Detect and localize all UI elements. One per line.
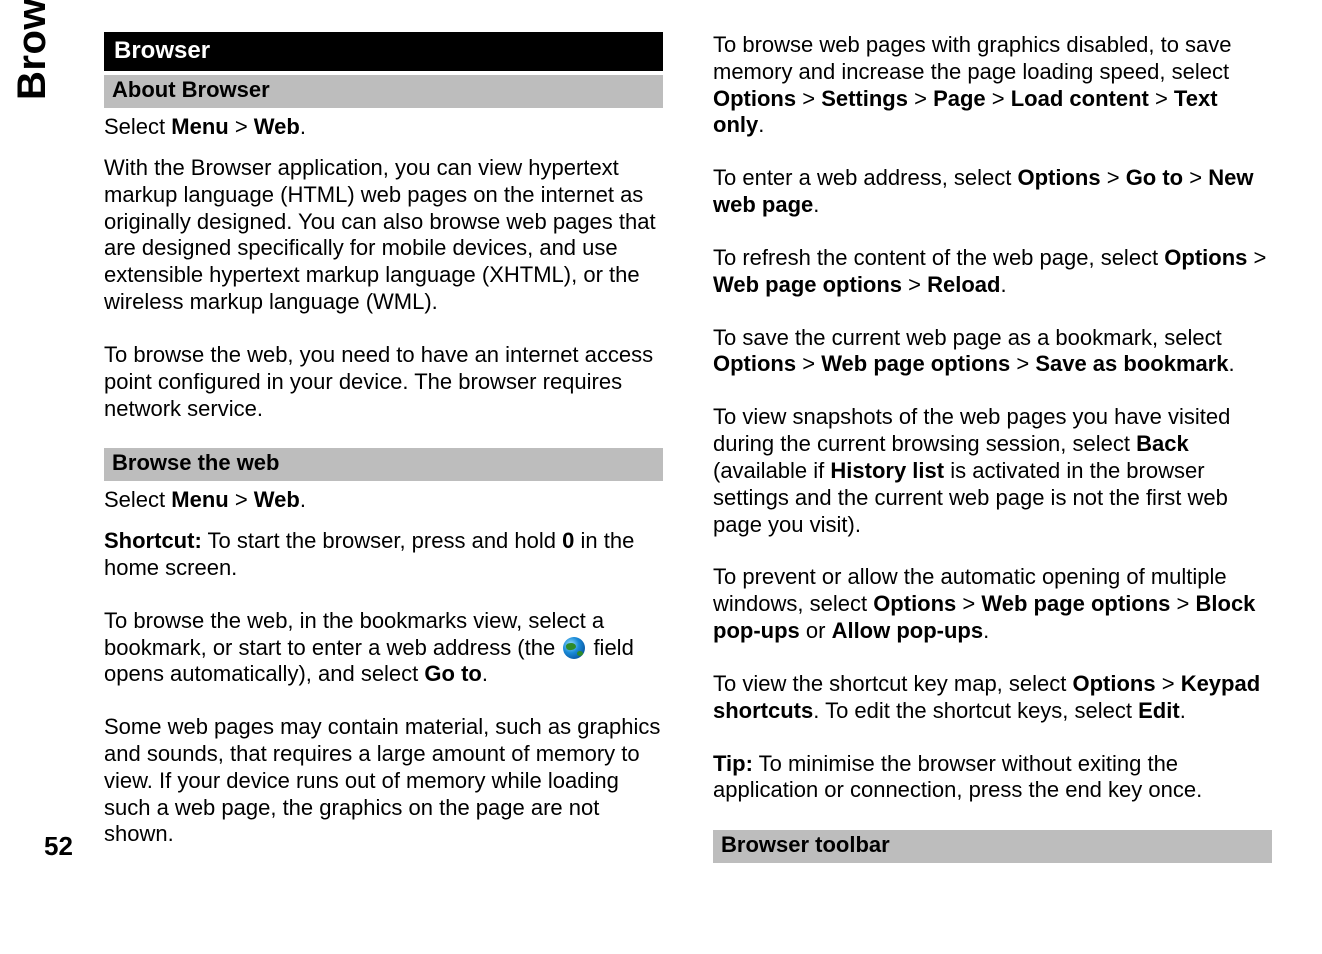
browse-select-line: Select Menu > Web. xyxy=(104,487,663,514)
text: > xyxy=(1101,165,1126,190)
page-label: Page xyxy=(933,86,986,111)
text: > xyxy=(1247,245,1266,270)
key-0: 0 xyxy=(562,528,574,553)
browse-bookmark-paragraph: To browse the web, in the bookmarks view… xyxy=(104,608,663,688)
about-description: With the Browser application, you can vi… xyxy=(104,155,663,316)
text: > xyxy=(1170,591,1195,616)
allowpopups-label: Allow pop-ups xyxy=(832,618,984,643)
options-label: Options xyxy=(713,351,796,376)
text: To refresh the content of the web page, … xyxy=(713,245,1164,270)
options-label: Options xyxy=(1018,165,1101,190)
webpageoptions-label: Web page options xyxy=(713,272,902,297)
options-label: Options xyxy=(713,86,796,111)
text: > xyxy=(908,86,933,111)
text: > xyxy=(902,272,927,297)
subheading-about-browser: About Browser xyxy=(104,75,663,108)
settings-label: Settings xyxy=(821,86,908,111)
shortcut-paragraph: Shortcut: To start the browser, press an… xyxy=(104,528,663,582)
options-label: Options xyxy=(1073,671,1156,696)
side-section-label: Browser xyxy=(10,0,55,100)
text: To save the current web page as a bookma… xyxy=(713,325,1222,350)
text: . xyxy=(813,192,819,217)
about-access-point: To browse the web, you need to have an i… xyxy=(104,342,663,422)
shortcutkeys-paragraph: To view the shortcut key map, select Opt… xyxy=(713,671,1272,725)
textonly-paragraph: To browse web pages with graphics disabl… xyxy=(713,32,1272,139)
text: To browse the web, in the bookmarks view… xyxy=(104,608,604,660)
saveasbookmark-label: Save as bookmark xyxy=(1035,351,1228,376)
text: To minimise the browser without exiting … xyxy=(713,751,1202,803)
text: > xyxy=(986,86,1011,111)
subheading-browse-the-web: Browse the web xyxy=(104,448,663,481)
text: . To edit the shortcut keys, select xyxy=(813,698,1138,723)
text: > xyxy=(956,591,981,616)
text: . xyxy=(482,661,488,686)
menu-label: Menu xyxy=(171,114,228,139)
text: > xyxy=(796,86,821,111)
text: > xyxy=(1010,351,1035,376)
edit-label: Edit xyxy=(1138,698,1180,723)
page-number: 52 xyxy=(44,831,73,862)
reload-paragraph: To refresh the content of the web page, … xyxy=(713,245,1272,299)
globe-icon xyxy=(563,637,585,659)
menu-label: Menu xyxy=(171,487,228,512)
text: . xyxy=(300,114,306,139)
text: . xyxy=(983,618,989,643)
savebookmark-paragraph: To save the current web page as a bookma… xyxy=(713,325,1272,379)
text: . xyxy=(1229,351,1235,376)
web-label: Web xyxy=(254,487,300,512)
text: To browse web pages with graphics disabl… xyxy=(713,32,1232,84)
text: . xyxy=(1000,272,1006,297)
heading-browser: Browser xyxy=(104,32,663,71)
newpage-paragraph: To enter a web address, select Options >… xyxy=(713,165,1272,219)
text: > xyxy=(1156,671,1181,696)
text: Select xyxy=(104,114,171,139)
text: . xyxy=(1180,698,1186,723)
loadcontent-label: Load content xyxy=(1011,86,1149,111)
popups-paragraph: To prevent or allow the automatic openin… xyxy=(713,564,1272,644)
text: > xyxy=(229,114,254,139)
webpageoptions-label: Web page options xyxy=(821,351,1010,376)
text: > xyxy=(229,487,254,512)
reload-label: Reload xyxy=(927,272,1000,297)
text: or xyxy=(800,618,832,643)
historylist-label: History list xyxy=(830,458,944,483)
text: . xyxy=(758,112,764,137)
goto-label: Go to xyxy=(424,661,481,686)
memory-paragraph: Some web pages may contain material, suc… xyxy=(104,714,663,848)
text: > xyxy=(1183,165,1208,190)
webpageoptions-label: Web page options xyxy=(981,591,1170,616)
text: To start the browser, press and hold xyxy=(202,528,562,553)
options-label: Options xyxy=(873,591,956,616)
text: Select xyxy=(104,487,171,512)
text: > xyxy=(1149,86,1174,111)
options-label: Options xyxy=(1164,245,1247,270)
about-select-line: Select Menu > Web. xyxy=(104,114,663,141)
subheading-browser-toolbar: Browser toolbar xyxy=(713,830,1272,863)
shortcut-label: Shortcut: xyxy=(104,528,202,553)
text: To view the shortcut key map, select xyxy=(713,671,1073,696)
text: > xyxy=(796,351,821,376)
text: (available if xyxy=(713,458,830,483)
page-content: Browser About Browser Select Menu > Web.… xyxy=(104,32,1272,894)
web-label: Web xyxy=(254,114,300,139)
back-label: Back xyxy=(1136,431,1189,456)
text: . xyxy=(300,487,306,512)
history-paragraph: To view snapshots of the web pages you h… xyxy=(713,404,1272,538)
tip-label: Tip: xyxy=(713,751,753,776)
tip-paragraph: Tip: To minimise the browser without exi… xyxy=(713,751,1272,805)
goto-label: Go to xyxy=(1126,165,1183,190)
text: To enter a web address, select xyxy=(713,165,1018,190)
